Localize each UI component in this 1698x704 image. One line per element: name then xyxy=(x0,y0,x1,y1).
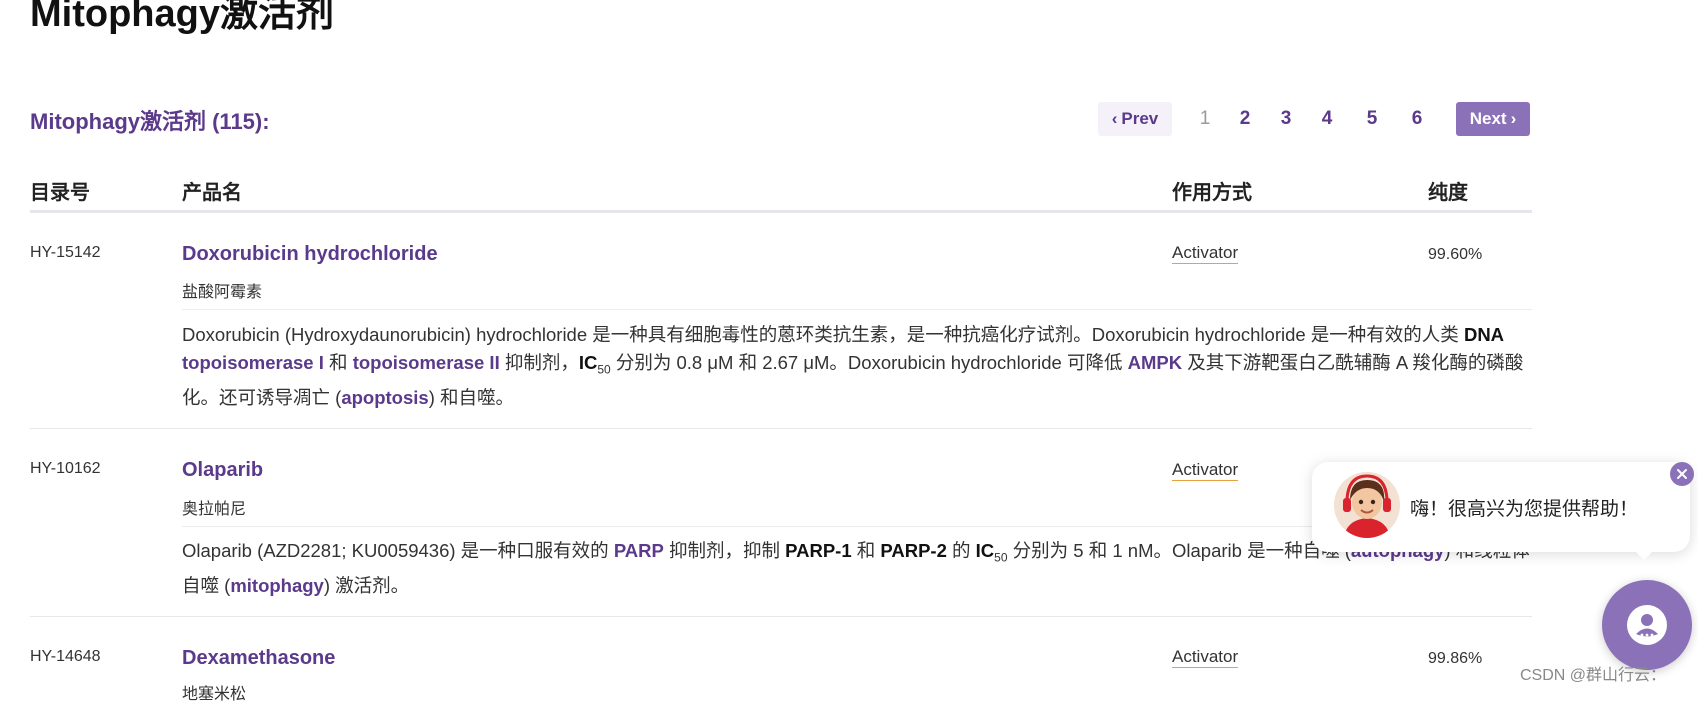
purity-value: 99.60% xyxy=(1428,246,1483,263)
desc-text: ) 和自噬。 xyxy=(428,386,514,408)
prev-page-label: Prev xyxy=(1121,109,1159,128)
desc-text: 抑制剂， xyxy=(504,352,579,373)
moa-link[interactable]: Activator xyxy=(1172,647,1239,668)
product-description: Doxorubicin (Hydroxydaunorubicin) hydroc… xyxy=(182,321,1532,412)
watermark: CSDN @群山行云： xyxy=(1520,667,1667,684)
desc-text: Olaparib (AZD2281; KU0059436) 是一种口服有效的 xyxy=(182,540,614,561)
desc-link-mitophagy[interactable]: mitophagy xyxy=(230,575,324,596)
chevron-left-icon: ‹ xyxy=(1111,109,1118,128)
desc-text: 分别为 5 和 1 nM。Olaparib 是一种自噬 ( xyxy=(1007,540,1351,561)
catalog-number: HY-10162 xyxy=(30,460,101,477)
moa-link[interactable]: Activator xyxy=(1172,460,1239,481)
desc-link-parp[interactable]: PARP xyxy=(614,540,664,561)
product-name-link[interactable]: Olaparib xyxy=(182,459,263,482)
desc-text: 的 xyxy=(946,540,976,561)
product-name-link[interactable]: Dexamethasone xyxy=(182,647,335,670)
next-page-label: Next xyxy=(1469,109,1507,128)
desc-text: ) 激活剂。 xyxy=(323,574,410,596)
page-5-link[interactable]: 5 xyxy=(1357,102,1387,136)
product-cn-name: 盐酸阿霉素 xyxy=(182,284,263,301)
header-purity: 纯度 xyxy=(1428,182,1468,204)
close-icon xyxy=(1677,469,1687,479)
product-cn-name: 奥拉帕尼 xyxy=(182,501,247,518)
desc-bold: IC xyxy=(975,540,995,561)
assistant-avatar-image xyxy=(1334,472,1400,538)
desc-text: 和 xyxy=(851,540,881,561)
page-3-link[interactable]: 3 xyxy=(1271,102,1301,136)
desc-bold: DNA xyxy=(1463,324,1505,345)
chat-greeting-text: 嗨！很高兴为您提供帮助！ xyxy=(1410,499,1639,520)
desc-text: Doxorubicin (Hydroxydaunorubicin) hydroc… xyxy=(182,324,1464,345)
desc-text: 抑制剂，抑制 xyxy=(663,540,786,561)
desc-subscript: 50 xyxy=(994,550,1008,565)
next-page-button[interactable]: Next › xyxy=(1456,102,1530,136)
row-inner-divider xyxy=(182,309,1532,310)
page-6-link[interactable]: 6 xyxy=(1402,102,1432,136)
product-cn-name: 地塞米松 xyxy=(182,686,247,703)
purity-value: 99.86% xyxy=(1428,650,1483,667)
assistant-avatar xyxy=(1334,472,1400,538)
desc-subscript: 50 xyxy=(597,362,611,377)
header-divider xyxy=(30,210,1532,213)
desc-link-apoptosis[interactable]: apoptosis xyxy=(341,387,428,408)
chat-greeting-bubble[interactable]: 嗨！很高兴为您提供帮助！ xyxy=(1312,462,1690,552)
chevron-right-icon: › xyxy=(1510,109,1517,128)
header-name: 产品名 xyxy=(182,182,242,204)
row-divider xyxy=(30,616,1532,617)
support-agent-icon xyxy=(1627,605,1667,645)
page-2-link[interactable]: 2 xyxy=(1230,102,1260,136)
chat-bubble-tail xyxy=(1632,548,1656,560)
page-1-link[interactable]: 1 xyxy=(1190,102,1220,136)
row-divider xyxy=(30,428,1532,429)
product-name-link[interactable]: Doxorubicin hydrochloride xyxy=(182,243,438,266)
desc-link-topoisomerase-ii[interactable]: topoisomerase II xyxy=(353,352,500,373)
header-catalog: 目录号 xyxy=(30,182,90,204)
page-title: Mitophagy激活剂 xyxy=(30,0,334,35)
header-moa: 作用方式 xyxy=(1172,182,1252,204)
desc-bold: IC xyxy=(578,352,598,373)
catalog-number: HY-14648 xyxy=(30,648,101,665)
desc-bold: PARP-1 xyxy=(785,540,852,561)
chat-open-button[interactable] xyxy=(1602,580,1692,670)
section-title: Mitophagy激活剂 (115): xyxy=(30,109,270,134)
desc-bold: PARP-2 xyxy=(880,540,947,561)
desc-text: 分别为 0.8 μM 和 2.67 μM。Doxorubicin hydroch… xyxy=(610,352,1128,373)
desc-link-topoisomerase-i[interactable]: topoisomerase I xyxy=(182,352,324,373)
chat-close-button[interactable] xyxy=(1670,462,1694,486)
page-4-link[interactable]: 4 xyxy=(1312,102,1342,136)
desc-link-ampk[interactable]: AMPK xyxy=(1128,352,1182,373)
desc-text: 和 xyxy=(329,352,348,373)
moa-link[interactable]: Activator xyxy=(1172,243,1239,264)
catalog-number: HY-15142 xyxy=(30,244,101,261)
prev-page-button[interactable]: ‹ Prev xyxy=(1098,102,1172,136)
